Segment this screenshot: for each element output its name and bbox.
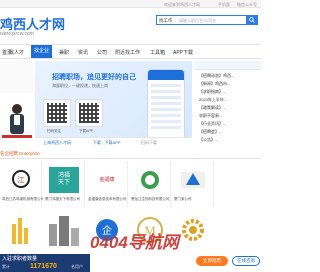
phone-mockup — [147, 69, 185, 145]
watermark: 0404导航网 — [90, 233, 179, 252]
nav-talent[interactable]: 找人才 — [9, 49, 24, 56]
section-title: 名企招聘 Enterprise — [0, 151, 40, 156]
company-card[interactable]: 江 鸡西江苏鸡煤机械有限公司 — [0, 161, 44, 207]
company-card[interactable] — [0, 210, 42, 254]
top-bar: 欢迎来到鸡西人才网 手机版 微信公众号 — [0, 0, 261, 8]
notice-item[interactable]: 【新闻】鸡西市... — [199, 81, 230, 87]
stats-prefix: 累计 — [2, 264, 10, 269]
company-logo — [181, 172, 205, 188]
company-card[interactable] — [43, 210, 85, 254]
search-input[interactable]: 请输入职位名/公司名 — [179, 18, 216, 24]
banner-footer: 上海鸡西人才网 下载 - 下载APP 扫码下载 — [35, 137, 192, 147]
company-card[interactable]: 黑龙江生物科技有限公司 — [129, 161, 171, 207]
nav-news[interactable]: 资讯 — [78, 49, 88, 56]
mobile-link[interactable]: 手机版 — [218, 2, 230, 8]
notice-item[interactable]: 【招聘动态】鸡西... — [199, 73, 234, 79]
notice-item[interactable]: 【招聘会】... — [199, 129, 222, 135]
welcome-text: 欢迎来到鸡西人才网 — [164, 2, 200, 7]
hire-button[interactable]: 立即招聘 — [196, 256, 228, 266]
notice-item[interactable]: 【公告】... — [199, 137, 218, 143]
company-logo: 江 — [12, 170, 30, 188]
banner-headline: 招聘职场，追见更好的自己 — [52, 74, 136, 81]
main-nav: 首页 找人才 找企业 兼职 资讯 公司 附近找工作 工具箱 APP下载 — [0, 44, 261, 59]
bars-logo-icon — [12, 218, 28, 244]
qr-code-app — [75, 99, 103, 127]
wechat-link[interactable]: 微信公众号 — [237, 2, 257, 8]
left-banner-bg — [0, 61, 33, 93]
notice-item[interactable]: 求职不容易... — [199, 113, 222, 119]
nav-tools[interactable]: 工具箱 — [150, 49, 165, 56]
nav-enterprise[interactable]: 找企业 — [31, 45, 53, 58]
qr-code-wechat — [43, 99, 71, 127]
nav-parttime[interactable]: 兼职 — [59, 49, 69, 56]
notice-header — [195, 61, 261, 70]
company-name: 金福康信息技术有限公司 — [88, 197, 127, 201]
company-name: 厦门鸿福天下有限公司 — [45, 197, 80, 201]
notice-item[interactable]: 【行业资讯】... — [199, 121, 226, 127]
company-card[interactable]: 金福康 金福康信息技术有限公司 — [86, 161, 128, 207]
chat-button[interactable]: 在线咨询 — [232, 256, 260, 266]
nav-nearby[interactable]: 附近找工作 — [115, 49, 140, 56]
company-logo: 鸿福 天下 — [49, 167, 79, 193]
banner-subtitle: 海量职位，一键投递，快速上岗 — [52, 83, 108, 88]
site-logo[interactable]: 鸡西人才网 www.jxrcw.com — [0, 12, 90, 38]
banner-foot-mid[interactable]: 下载 - 下载APP — [93, 140, 121, 146]
notice-item[interactable]: 2023年上半年... — [199, 97, 227, 103]
banner-foot-left[interactable]: 上海鸡西人才网 — [43, 140, 71, 146]
company-name: 厦门某公司 — [174, 197, 192, 201]
left-banner[interactable] — [0, 61, 33, 147]
search-box[interactable]: 找工作 请输入职位名/公司名 — [156, 15, 258, 25]
notice-list: 【招聘动态】鸡西... 【新闻】鸡西市... 【求职指南】... 2023年上半… — [195, 61, 261, 147]
svg-text:江: 江 — [18, 176, 25, 184]
buildings-logo-icon — [49, 216, 79, 246]
nav-company[interactable]: 公司 — [97, 49, 107, 56]
search-icon — [248, 17, 255, 23]
stats-suffix: 名用户 — [71, 264, 83, 269]
search-type-select[interactable]: 找工作 — [159, 18, 173, 24]
qr1-caption: 扫码关注 — [47, 129, 61, 133]
logo-url: www.jxrcw.com — [0, 31, 34, 37]
company-logo — [141, 171, 159, 189]
notice-item[interactable]: 【求职指南】... — [199, 89, 226, 95]
nav-app[interactable]: APP下载 — [173, 49, 193, 56]
company-card[interactable]: 厦门某公司 — [172, 161, 214, 207]
company-card[interactable]: 鸿福 天下 厦门鸿福天下有限公司 — [43, 161, 85, 207]
main-banner[interactable]: 招聘职场，追见更好的自己 海量职位，一键投递，快速上岗 扫码关注 下载APP — [35, 61, 192, 147]
person-illustration — [2, 104, 32, 138]
section-divider — [0, 158, 261, 159]
stats-number: 1171670 — [30, 263, 57, 270]
qr2-caption: 下载APP — [79, 129, 94, 133]
search-button[interactable] — [246, 16, 257, 24]
company-name: 黑龙江生物科技有限公司 — [131, 197, 170, 201]
stats-label: 入驻求职者数量 — [2, 256, 38, 262]
company-logo: 金福康 — [92, 167, 122, 193]
banner-foot-right: 扫码下载 — [141, 140, 157, 145]
stats-bar: 入驻求职者数量 累计 1171670 名用户 — [0, 254, 90, 272]
company-name: 鸡西江苏鸡煤机械有限公司 — [2, 197, 44, 201]
notice-item[interactable]: 【政策解读】... — [199, 105, 226, 111]
